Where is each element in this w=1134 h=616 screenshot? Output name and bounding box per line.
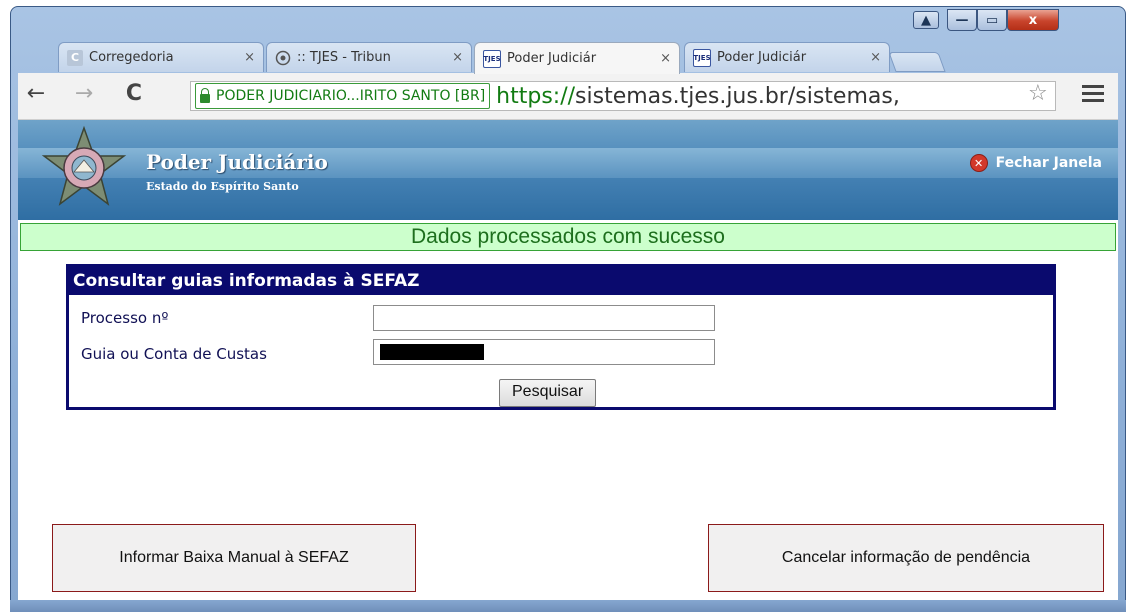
site-header: Poder Judiciário Estado do Espírito Sant… — [18, 120, 1118, 220]
minimize-button[interactable]: — — [947, 9, 977, 31]
tab-label: :: TJES - Tribun — [297, 50, 391, 65]
header-subtitle: Estado do Espírito Santo — [146, 180, 299, 193]
forward-arrow-icon: → — [74, 81, 94, 106]
url-scheme: https:// — [496, 83, 576, 109]
back-button[interactable]: ← — [22, 81, 50, 106]
tab-close-icon[interactable]: × — [870, 50, 881, 65]
processo-input[interactable] — [373, 305, 715, 331]
guia-label: Guia ou Conta de Custas — [81, 345, 267, 363]
user-icon: ▲ — [921, 12, 931, 28]
ev-certificate-label: PODER JUDICIARIO...IRITO SANTO [BR] — [216, 88, 486, 104]
tab-label: Poder Judiciár — [507, 51, 597, 66]
corregedoria-favicon-icon: C — [67, 49, 83, 66]
redaction-bar — [380, 344, 484, 360]
maximize-button[interactable]: ▭ — [977, 9, 1007, 31]
user-profile-button[interactable]: ▲ — [913, 11, 939, 29]
processo-label: Processo nº — [81, 309, 169, 327]
tjes-favicon-icon: TJES — [483, 49, 501, 68]
address-bar[interactable]: PODER JUDICIARIO...IRITO SANTO [BR] http… — [190, 81, 1056, 111]
new-tab-button[interactable] — [888, 52, 946, 72]
success-message: Dados processados com sucesso — [20, 223, 1116, 251]
bookmark-star-icon[interactable]: ☆ — [1028, 81, 1048, 106]
header-title: Poder Judiciário — [146, 150, 328, 174]
coat-of-arms-icon — [41, 125, 127, 206]
maximize-icon: ▭ — [985, 12, 999, 28]
cancel-pending-button[interactable]: Cancelar informação de pendência — [708, 524, 1104, 592]
manual-clearance-button[interactable]: Informar Baixa Manual à SEFAZ — [52, 524, 416, 592]
lock-icon — [200, 87, 210, 103]
guia-input[interactable] — [373, 339, 715, 365]
close-page-label: Fechar Janela — [995, 155, 1102, 171]
tab-label: Corregedoria — [89, 50, 174, 65]
tab-label: Poder Judiciár — [717, 50, 807, 65]
hamburger-icon — [1082, 85, 1104, 88]
tab-close-icon[interactable]: × — [452, 50, 463, 65]
tab-close-icon[interactable]: × — [660, 51, 671, 66]
menu-button[interactable] — [1082, 85, 1104, 106]
close-page-link[interactable]: ✕ Fechar Janela — [969, 154, 1102, 172]
panel-title: Consultar guias informadas à SEFAZ — [69, 267, 1053, 295]
search-panel: Consultar guias informadas à SEFAZ Proce… — [66, 264, 1056, 410]
close-circle-icon: ✕ — [969, 154, 988, 172]
tab-tjes-tribunal[interactable]: :: TJES - Tribun × — [266, 42, 472, 72]
minimize-icon: — — [955, 12, 969, 28]
url-text: sistemas.tjes.jus.br/sistemas, — [575, 83, 900, 109]
page-content: Poder Judiciário Estado do Espírito Sant… — [18, 120, 1118, 600]
ev-certificate-badge[interactable]: PODER JUDICIARIO...IRITO SANTO [BR] — [195, 83, 491, 109]
close-window-button[interactable]: x — [1007, 9, 1059, 31]
tab-corregedoria[interactable]: C Corregedoria × — [58, 42, 264, 72]
seal-favicon-icon — [275, 50, 291, 66]
browser-toolbar: ← → C PODER JUDICIARIO...IRITO SANTO [BR… — [18, 73, 1118, 120]
reload-icon: C — [125, 81, 143, 106]
reload-button[interactable]: C — [120, 81, 148, 106]
tab-poder-judiciario-active[interactable]: TJES Poder Judiciár × — [474, 42, 680, 74]
forward-button[interactable]: → — [70, 81, 98, 106]
search-button[interactable]: Pesquisar — [499, 379, 597, 407]
tab-poder-judiciario[interactable]: TJES Poder Judiciár × — [684, 42, 890, 72]
back-arrow-icon: ← — [26, 81, 46, 106]
tjes-favicon-icon: TJES — [693, 48, 711, 67]
close-icon: x — [1028, 12, 1038, 28]
tab-close-icon[interactable]: × — [244, 50, 255, 65]
